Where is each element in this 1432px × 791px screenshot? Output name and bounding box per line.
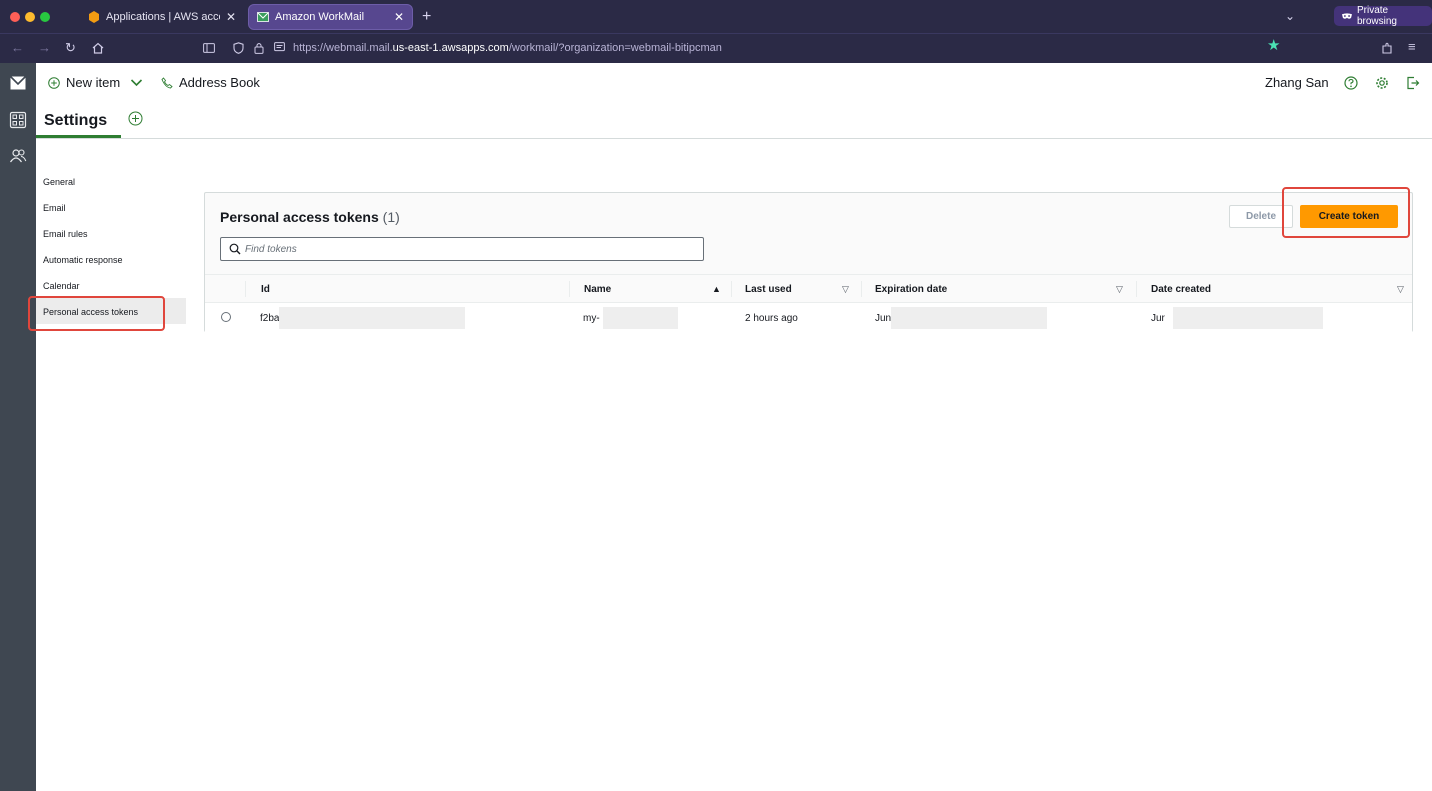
- search-field[interactable]: [220, 237, 704, 261]
- sidebar-item-general[interactable]: General: [36, 168, 186, 194]
- new-item-label: New item: [66, 75, 121, 90]
- close-tab-icon[interactable]: ✕: [226, 10, 236, 24]
- address-bar[interactable]: https://webmail.mail.us-east-1.awsapps.c…: [293, 42, 722, 54]
- column-separator: [731, 281, 732, 297]
- redacted-name: [603, 307, 678, 329]
- column-separator: [1136, 281, 1137, 297]
- workmail-favicon-icon: [257, 12, 269, 22]
- panel-title-text: Personal access tokens: [220, 209, 379, 225]
- back-icon[interactable]: ←: [11, 41, 24, 55]
- logout-icon[interactable]: [1406, 76, 1420, 90]
- url-host: us-east-1.awsapps.com: [392, 42, 509, 54]
- cell-name: my-: [583, 313, 600, 324]
- address-book-button[interactable]: Address Book: [161, 75, 260, 90]
- sort-toggle-icon[interactable]: ▽: [1116, 284, 1123, 295]
- forward-icon[interactable]: →: [38, 41, 51, 55]
- private-browsing-label: Private browsing: [1356, 5, 1397, 27]
- column-header-last-used[interactable]: Last used: [745, 284, 792, 295]
- new-tab-icon[interactable]: +: [422, 8, 431, 26]
- private-browsing-badge: Private browsing: [1334, 5, 1432, 27]
- column-header-expiration-date[interactable]: Expiration date: [875, 284, 947, 295]
- plus-circle-icon: [48, 76, 60, 89]
- home-icon[interactable]: [92, 42, 104, 54]
- gear-icon[interactable]: [1375, 76, 1389, 90]
- sort-ascending-icon[interactable]: ▲: [712, 284, 721, 294]
- panel-title: Personal access tokens (1): [220, 209, 400, 225]
- sidebar-item-email-rules[interactable]: Email rules: [36, 220, 186, 246]
- new-item-button[interactable]: New item: [48, 75, 143, 90]
- apps-icon[interactable]: [9, 111, 27, 129]
- shield-icon[interactable]: [233, 42, 244, 54]
- add-tab-plus-circle-icon[interactable]: [128, 111, 143, 126]
- table-header: Id Name ▲ Last used ▽ Expiration date ▽ …: [205, 274, 1412, 303]
- maximize-window-button[interactable]: [40, 12, 50, 22]
- column-separator: [569, 281, 570, 297]
- table-row[interactable]: f2ba my- 2 hours ago Jun Jur: [205, 303, 1412, 332]
- tab-settings[interactable]: Settings: [36, 104, 121, 138]
- lock-icon[interactable]: [254, 42, 264, 54]
- column-header-date-created[interactable]: Date created: [1151, 284, 1211, 295]
- column-header-name[interactable]: Name: [584, 284, 611, 295]
- chevron-down-icon[interactable]: [130, 78, 143, 87]
- user-name[interactable]: Zhang San: [1265, 75, 1329, 90]
- minimize-window-button[interactable]: [25, 12, 35, 22]
- browser-tab-bar: Applications | AWS access porta ✕ Amazon…: [0, 0, 1432, 33]
- cell-id: f2ba: [260, 313, 280, 324]
- menu-icon[interactable]: ≡: [1408, 40, 1416, 54]
- close-window-button[interactable]: [10, 12, 20, 22]
- cell-date-created: Jur: [1151, 313, 1165, 324]
- sidebar-toggle-icon[interactable]: [203, 43, 215, 53]
- redacted-id: [279, 307, 465, 329]
- tab-title: Applications | AWS access porta: [106, 11, 220, 23]
- tab-divider: [36, 138, 1432, 139]
- search-icon: [229, 243, 241, 255]
- aws-favicon-icon: [89, 11, 99, 23]
- column-header-id[interactable]: Id: [261, 284, 270, 295]
- highlight-box-personal-access-tokens: [28, 296, 165, 331]
- sidebar-item-automatic-response[interactable]: Automatic response: [36, 246, 186, 272]
- cell-expiration: Jun: [875, 313, 892, 324]
- tab-title: Amazon WorkMail: [275, 11, 365, 23]
- bookmark-star-icon[interactable]: ★: [1267, 38, 1280, 53]
- browser-tab-workmail[interactable]: Amazon WorkMail ✕: [248, 4, 413, 30]
- column-separator: [245, 281, 246, 297]
- personal-access-tokens-panel: Personal access tokens (1) Delete Create…: [204, 192, 1413, 332]
- tab-list-chevron-icon[interactable]: ⌄: [1285, 9, 1295, 23]
- sort-toggle-icon[interactable]: ▽: [1397, 284, 1404, 295]
- column-separator: [861, 281, 862, 297]
- sidebar-item-calendar[interactable]: Calendar: [36, 272, 186, 298]
- phone-icon: [161, 76, 173, 88]
- close-tab-icon[interactable]: ✕: [394, 10, 404, 24]
- browser-nav-bar: ← → ↻ https://webmail.mail.us-east-1.aws…: [0, 33, 1432, 63]
- help-icon[interactable]: [1344, 76, 1358, 90]
- highlight-box-create-token: [1282, 187, 1410, 238]
- mail-icon[interactable]: [9, 74, 27, 92]
- page-info-icon[interactable]: [274, 42, 285, 53]
- contacts-icon[interactable]: [9, 147, 27, 165]
- app-rail: [0, 63, 36, 791]
- sidebar-item-email[interactable]: Email: [36, 194, 186, 220]
- sort-toggle-icon[interactable]: ▽: [842, 284, 849, 295]
- url-prefix: https://webmail.mail.: [293, 42, 393, 54]
- row-select-radio[interactable]: [221, 312, 231, 322]
- token-count: (1): [382, 209, 400, 225]
- reload-icon[interactable]: ↻: [65, 41, 76, 55]
- url-suffix: /workmail/?organization=webmail-bitipcma…: [508, 42, 722, 54]
- extensions-icon[interactable]: [1381, 42, 1393, 54]
- redacted-date-created: [1173, 307, 1323, 329]
- browser-tab-aws-access-portal[interactable]: Applications | AWS access porta ✕: [80, 4, 244, 30]
- private-mask-icon: [1342, 12, 1352, 19]
- address-book-label: Address Book: [179, 75, 260, 90]
- search-input[interactable]: [245, 241, 685, 257]
- cell-last-used: 2 hours ago: [745, 313, 798, 324]
- redacted-expiration: [891, 307, 1047, 329]
